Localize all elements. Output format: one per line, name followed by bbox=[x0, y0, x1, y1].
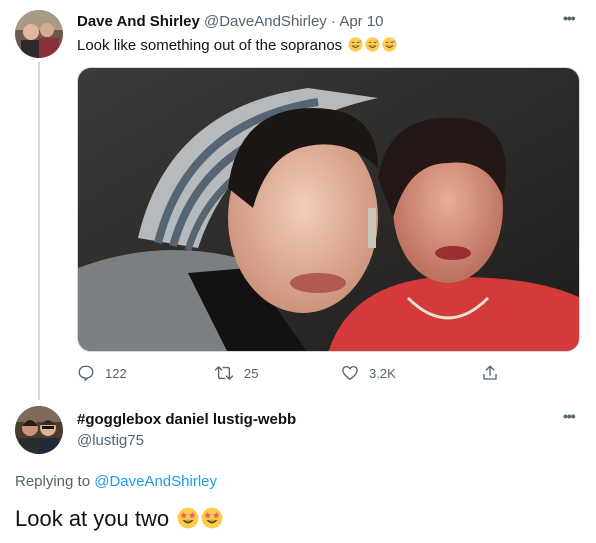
tweet-emoji-group bbox=[346, 37, 397, 54]
sweat-smile-emoji bbox=[382, 37, 397, 52]
reply-text: Look at you two bbox=[15, 506, 223, 532]
retweet-button[interactable]: 25 bbox=[214, 364, 258, 382]
sweat-smile-emoji bbox=[365, 37, 380, 52]
like-button[interactable]: 3.2K bbox=[341, 364, 396, 382]
reply-more-options-icon[interactable]: ••• bbox=[563, 408, 576, 424]
reply-author-name[interactable]: #gogglebox daniel lustig-webb bbox=[77, 411, 296, 428]
reply-author-avatar[interactable] bbox=[15, 406, 63, 454]
tweet-body: Look like something out of the sopranos bbox=[77, 37, 343, 54]
reply-count: 122 bbox=[105, 365, 127, 381]
heart-icon bbox=[342, 365, 358, 381]
retweet-icon bbox=[214, 366, 234, 380]
tweet-photo[interactable] bbox=[77, 67, 580, 352]
tweet-date[interactable]: Apr 10 bbox=[339, 13, 383, 30]
tweet-text: Look like something out of the sopranos bbox=[77, 37, 397, 54]
author-avatar[interactable] bbox=[15, 10, 63, 58]
star-struck-emoji bbox=[201, 507, 223, 529]
sweat-smile-emoji bbox=[348, 37, 363, 52]
reply-emoji-group bbox=[175, 506, 223, 531]
replying-to-line: Replying to @DaveAndShirley bbox=[15, 473, 217, 490]
author-handle[interactable]: @DaveAndShirley bbox=[204, 13, 327, 30]
reply-body: Look at you two bbox=[15, 506, 170, 531]
separator-dot: · bbox=[330, 13, 336, 30]
star-struck-emoji bbox=[177, 507, 199, 529]
reply-author-handle[interactable]: @lustig75 bbox=[77, 432, 144, 449]
replying-to-mention[interactable]: @DaveAndShirley bbox=[94, 473, 217, 490]
replying-to-label: Replying to bbox=[15, 473, 91, 490]
like-count: 3.2K bbox=[369, 365, 396, 381]
thread-line bbox=[38, 62, 40, 400]
reply-button[interactable]: 122 bbox=[77, 364, 127, 382]
tweet-header: Dave And Shirley @DaveAndShirley · Apr 1… bbox=[77, 13, 384, 30]
reply-icon bbox=[78, 365, 94, 382]
share-button[interactable] bbox=[481, 364, 499, 382]
retweet-count: 25 bbox=[244, 365, 259, 381]
more-options-icon[interactable]: ••• bbox=[563, 10, 576, 26]
tweet-action-bar: 122 25 3.2K bbox=[77, 364, 517, 386]
share-icon bbox=[483, 365, 497, 380]
author-name[interactable]: Dave And Shirley bbox=[77, 13, 200, 30]
